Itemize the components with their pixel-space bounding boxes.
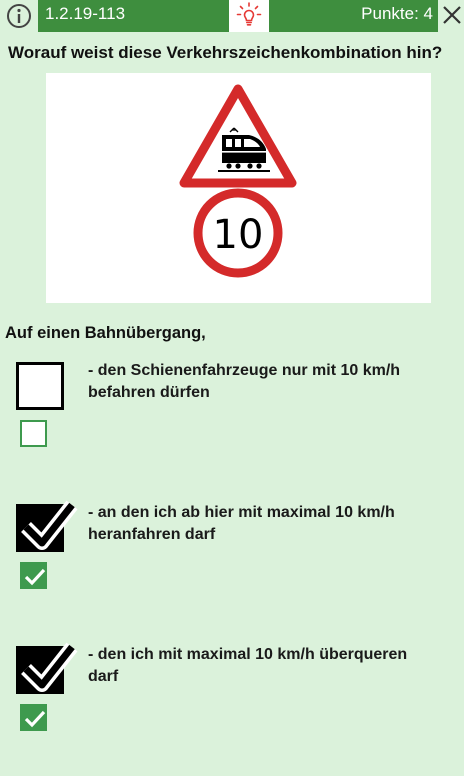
checkmark-icon <box>24 710 46 728</box>
answer-3-solution-checkbox <box>20 704 47 731</box>
lightbulb-icon <box>236 2 262 26</box>
top-bar: 1.2.19-113 Punkte: 4 <box>0 0 464 32</box>
answer-option-3: - den ich mit maximal 10 km/h überqueren… <box>0 642 464 776</box>
answer-1-text: - den Schienenfahrzeuge nur mit 10 km/h … <box>88 362 401 401</box>
answer-option-2: - an den ich ab hier mit maximal 10 km/h… <box>0 500 464 634</box>
answer-1-solution-checkbox <box>20 420 47 447</box>
answer-3-checkbox[interactable] <box>16 642 78 694</box>
question-id: 1.2.19-113 <box>45 4 126 23</box>
question-lead: Auf einen Bahnübergang, <box>5 324 206 342</box>
speed-limit-value: 10 <box>213 212 264 258</box>
question-text: Worauf weist diese Verkehrszeichenkombin… <box>8 43 443 62</box>
checkmark-icon <box>21 642 78 692</box>
railroad-crossing-warning-sign <box>179 84 297 188</box>
hint-button[interactable] <box>229 0 269 32</box>
answer-3-text: - den ich mit maximal 10 km/h überqueren… <box>88 646 408 685</box>
info-button[interactable] <box>5 2 33 30</box>
checkmark-icon <box>24 568 46 586</box>
traffic-sign-image: 10 <box>46 73 431 303</box>
checkmark-icon <box>21 500 78 550</box>
answer-option-1: - den Schienenfahrzeuge nur mit 10 km/h … <box>0 362 464 492</box>
answer-2-checkbox[interactable] <box>16 500 78 552</box>
speed-limit-sign: 10 <box>193 188 283 278</box>
answer-1-checkbox[interactable] <box>16 362 64 410</box>
close-button[interactable] <box>440 3 464 27</box>
points-label: Punkte: 4 <box>361 4 433 23</box>
answer-2-solution-checkbox <box>20 562 47 589</box>
answer-2-text: - an den ich ab hier mit maximal 10 km/h… <box>88 504 395 543</box>
close-icon <box>443 6 461 24</box>
info-icon <box>7 4 31 28</box>
